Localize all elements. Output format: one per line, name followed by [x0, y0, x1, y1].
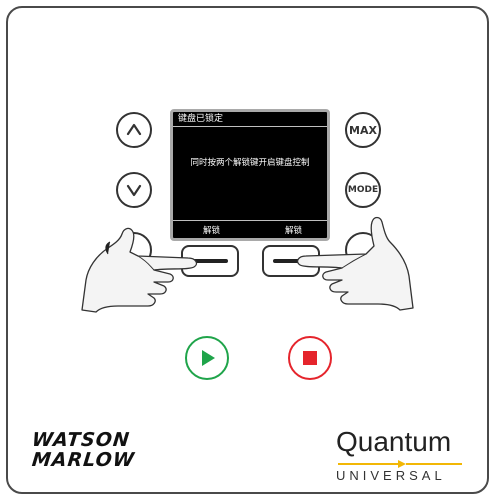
chevron-down-icon: [126, 184, 142, 197]
logo-universal-word: UNIVERSAL: [336, 468, 446, 483]
right-hand-icon: [296, 216, 414, 311]
logo-line-watson: WATSON: [30, 429, 132, 451]
logo-line-marlow: MARLOW: [30, 449, 136, 471]
logo-swoosh-icon: [338, 460, 462, 468]
play-icon: [202, 350, 215, 366]
mode-button[interactable]: MODE: [345, 172, 381, 208]
run-button[interactable]: [185, 336, 229, 380]
stop-icon: [303, 351, 317, 365]
quantum-universal-logo: Quantum UNIVERSAL: [330, 426, 470, 486]
stop-button[interactable]: [288, 336, 332, 380]
left-hand-icon: [81, 227, 198, 313]
chevron-up-icon: [126, 123, 142, 136]
mode-button-label: MODE: [347, 185, 379, 195]
logo-quantum-word: Quantum: [336, 426, 452, 457]
watson-marlow-logo: WATSON MARLOW: [30, 429, 136, 471]
screen-title: 键盘已锁定: [173, 112, 327, 127]
softkey-left-label: 解锁: [203, 226, 221, 236]
up-button[interactable]: [116, 112, 152, 148]
max-button-label: MAX: [349, 123, 377, 137]
max-button[interactable]: MAX: [345, 112, 381, 148]
screen-message: 同时按两个解锁键开启键盘控制: [190, 158, 310, 168]
down-button[interactable]: [116, 172, 152, 208]
